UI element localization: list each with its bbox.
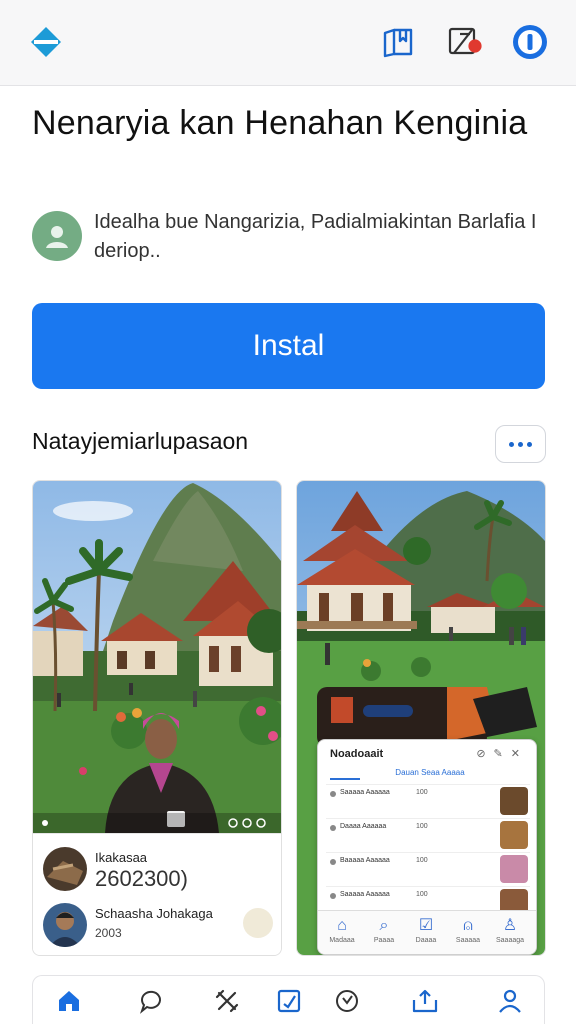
village-mountain-image — [33, 481, 281, 833]
edit-notification-icon[interactable] — [444, 22, 484, 62]
smile-icon[interactable] — [327, 986, 367, 1016]
tools-icon[interactable] — [207, 986, 247, 1016]
card-1-info: Ikakasaa 2602300) Schaasha Johakaga 2003 — [33, 833, 281, 955]
list-item[interactable]: Schaasha Johakaga 2003 — [43, 900, 273, 950]
list-item-sub: 2003 — [95, 926, 122, 940]
phone-tab: Dauan Seaa Aaaaa — [395, 768, 465, 777]
more-dot-icon — [509, 441, 514, 447]
bookmark-icon[interactable] — [378, 22, 418, 62]
thumbnail — [43, 847, 87, 891]
screenshot-card-1[interactable]: Ikakasaa 2602300) Schaasha Johakaga 2003 — [32, 480, 282, 956]
bottom-navigation — [32, 975, 545, 1024]
search-icon: ⌕ — [379, 917, 389, 934]
app-title: Nenaryia kan Henahan Kenginia — [32, 104, 528, 142]
list-item[interactable]: Ikakasaa 2602300) — [43, 844, 273, 894]
phone-bottom-nav: ⌂ Madaaa ⌕ Paaaa ☑ Daaaa ⍝ Saaaaa ♙ Saaaaga — [318, 910, 536, 954]
screenshots-section-title: Natayjemiarlupasaon — [32, 428, 249, 454]
phone-title: Noadoaait — [330, 748, 384, 760]
share-icon[interactable] — [405, 986, 445, 1016]
phone-header-icons: ⊘✎✕ — [476, 748, 528, 760]
home-icon: ⌂ — [337, 917, 347, 934]
more-dot-icon — [527, 441, 532, 447]
list-item-name: Ikakasaa — [95, 850, 148, 865]
list-item-value: 2602300) — [95, 866, 188, 891]
phone-tab-indicator — [330, 778, 360, 780]
install-button[interactable]: Instal — [32, 303, 545, 389]
more-dot-icon — [518, 441, 523, 447]
list-item-name: Schaasha Johakaga — [95, 906, 213, 921]
bell-icon: ⍝ — [463, 917, 473, 934]
thumbnail — [43, 903, 87, 947]
thumbnail — [500, 821, 528, 849]
more-options-button[interactable] — [495, 425, 546, 463]
author-description: Idealha bue Nangarizia, Padialmiakintan … — [94, 211, 537, 262]
list-item: Daaaa Aaaaaa 100 — [326, 818, 530, 852]
item-badge-icon — [243, 908, 273, 938]
info-icon[interactable] — [510, 22, 550, 62]
author-row: Idealha bue Nangarizia, Padialmiakintan … — [32, 204, 552, 268]
list-item: Baaaaa Aaaaaa 100 — [326, 852, 530, 886]
thumbnail — [500, 855, 528, 883]
profile-icon[interactable] — [490, 986, 530, 1016]
list-item: Saaaaa Aaaaaa 100 — [326, 784, 530, 818]
chat-icon[interactable] — [131, 986, 171, 1016]
home-icon[interactable] — [49, 986, 89, 1016]
phone-preview: Noadoaait ⊘✎✕ Dauan Seaa Aaaaa Saaaaa Aa… — [317, 739, 537, 955]
thumbnail — [500, 787, 528, 815]
checklist-icon: ☑ — [418, 917, 434, 934]
checklist-icon[interactable] — [269, 986, 309, 1016]
profile-icon: ♙ — [502, 917, 518, 934]
top-app-bar — [0, 0, 576, 86]
diamond-logo-icon[interactable] — [26, 22, 66, 62]
screenshot-card-2[interactable]: Noadoaait ⊘✎✕ Dauan Seaa Aaaaa Saaaaa Aa… — [296, 480, 546, 956]
avatar[interactable] — [32, 211, 82, 261]
